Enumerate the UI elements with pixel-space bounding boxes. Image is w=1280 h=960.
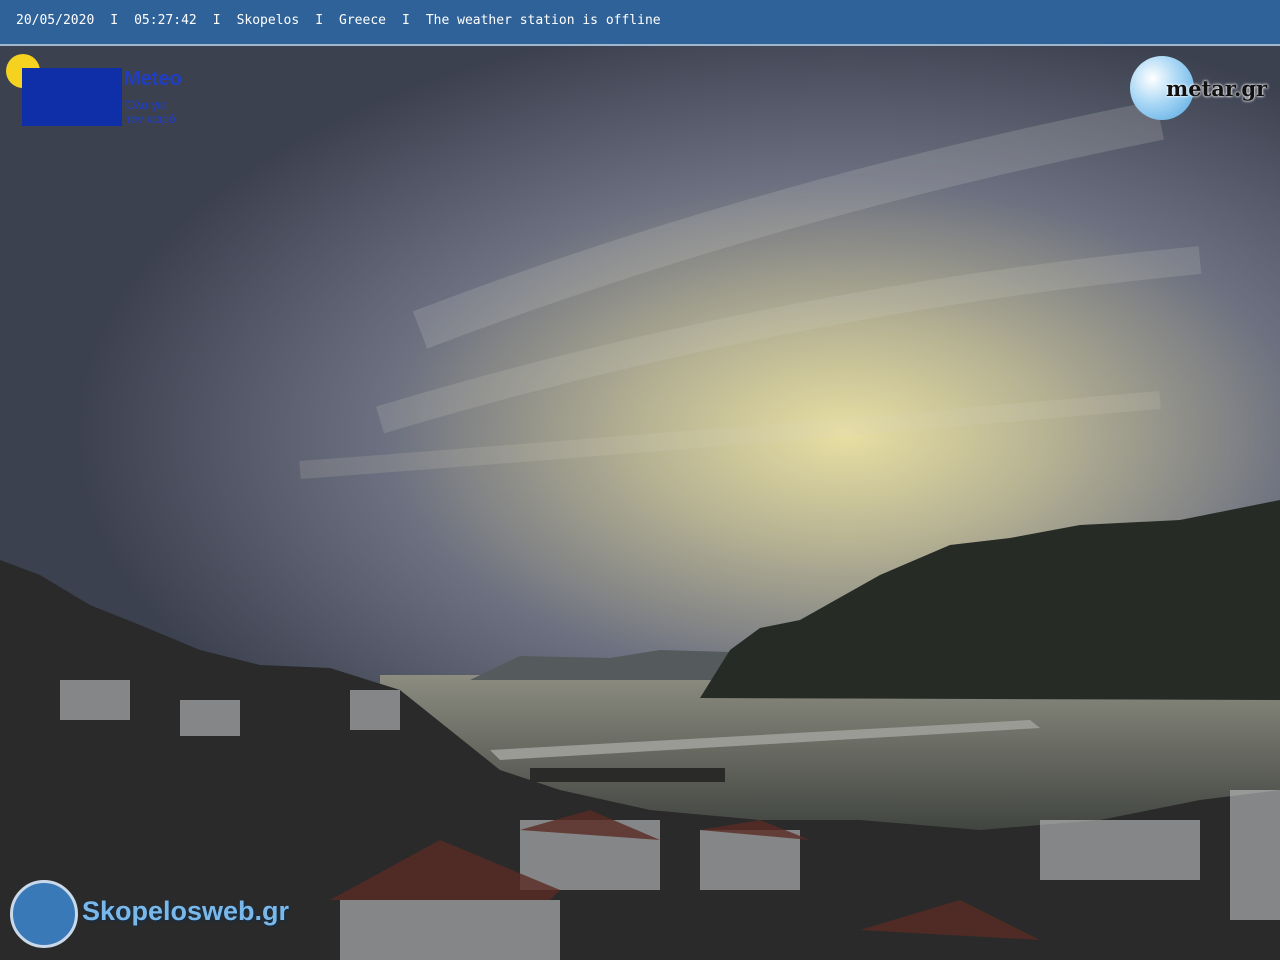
metar-logo: metar.gr xyxy=(1126,54,1276,124)
separator: I xyxy=(401,13,410,28)
location-text: Skopelos xyxy=(236,13,300,28)
meteo-tagline-1: Όλα για xyxy=(126,98,167,112)
marina xyxy=(530,768,725,782)
meteo-logo: Meteo Όλα για τον καιρό xyxy=(6,54,206,128)
meteo-m-mark xyxy=(22,68,122,126)
separator: I xyxy=(110,13,119,28)
date-text: 20/05/2020 xyxy=(16,13,95,28)
country-text: Greece xyxy=(339,13,386,28)
info-row: 20/05/2020 I 05:27:42 I Skopelos I Greece I The … xyxy=(16,13,661,28)
meteo-tagline-2: τον καιρό xyxy=(126,112,176,126)
webcam-scene xyxy=(0,0,1280,960)
separator: I xyxy=(212,13,221,28)
meteo-brand: Meteo xyxy=(124,68,182,90)
time-text: 05:27:42 xyxy=(134,13,197,28)
info-bar: 20/05/2020 I 05:27:42 I Skopelos I Greece I The … xyxy=(0,0,1280,46)
skopelosweb-brand: Skopelosweb.gr xyxy=(82,896,290,926)
island-map-icon xyxy=(10,880,78,948)
station-status-text: The weather station is offline xyxy=(425,13,661,28)
separator: I xyxy=(315,13,324,28)
skopelosweb-logo: Skopelosweb.gr xyxy=(10,880,330,952)
metar-brand: metar.gr xyxy=(1166,76,1268,101)
